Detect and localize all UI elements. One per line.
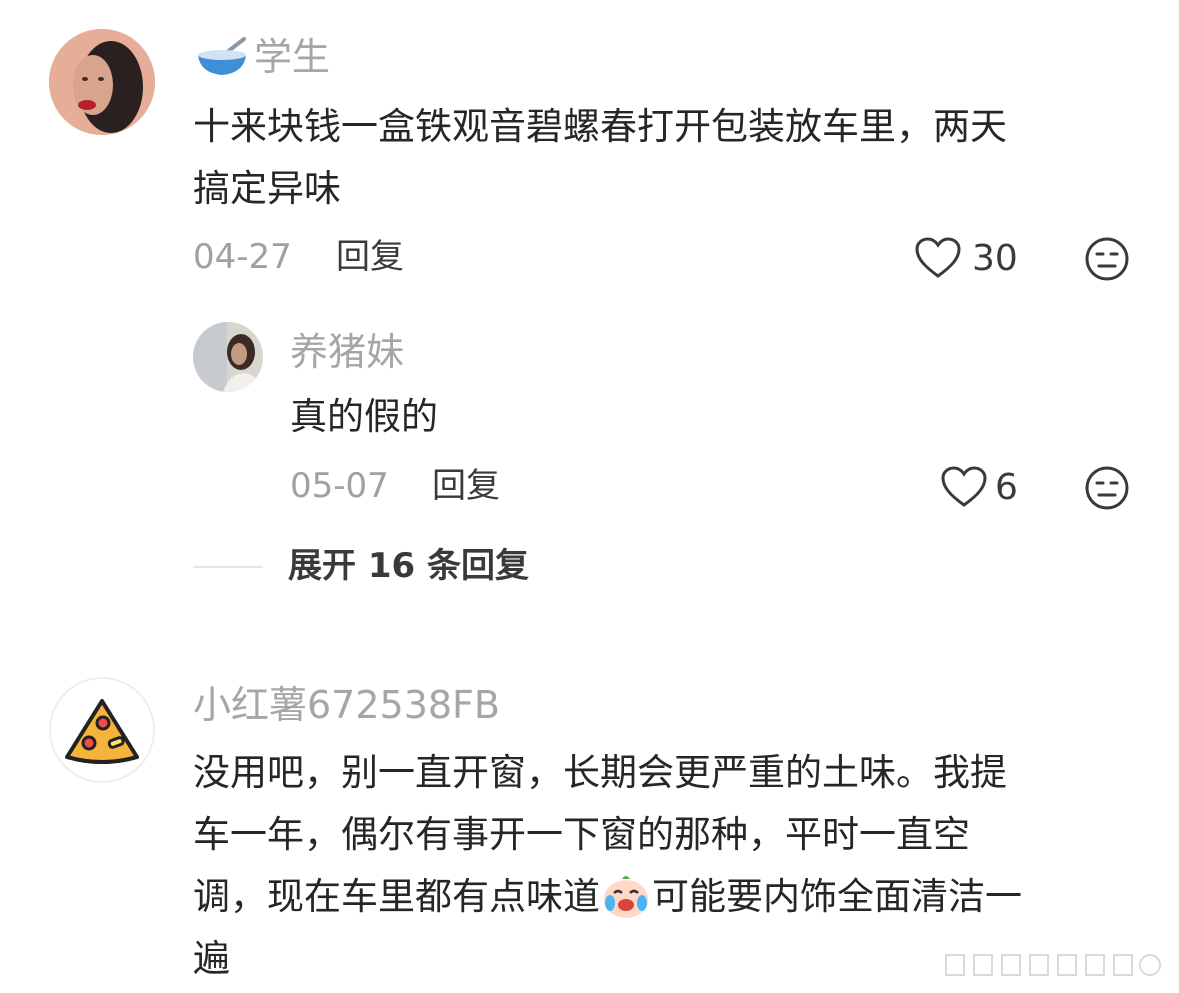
bowl-icon bbox=[196, 35, 248, 77]
reply-username[interactable]: 养猪妹 bbox=[290, 333, 404, 371]
comment-text-line: 车一年，偶尔有事开一下窗的那种，平时一直空 bbox=[193, 813, 970, 856]
reply-text: 真的假的 bbox=[290, 395, 438, 438]
reply-reply-button[interactable]: 回复 bbox=[432, 469, 500, 503]
comment-text-segment: 调，现在车里都有点味道 bbox=[193, 875, 600, 918]
like-heart-icon[interactable] bbox=[940, 465, 988, 509]
reply-like-count: 6 bbox=[995, 467, 1018, 508]
comment-username[interactable]: 学生 bbox=[254, 38, 330, 76]
expand-divider bbox=[193, 566, 263, 568]
expand-replies-button[interactable]: 展开 16 条回复 bbox=[288, 549, 529, 583]
weibo-watermark bbox=[938, 947, 1168, 983]
comment-date: 04-27 bbox=[193, 237, 292, 277]
user-avatar[interactable] bbox=[49, 29, 155, 135]
dislike-face-icon[interactable] bbox=[1084, 465, 1130, 511]
comment-username[interactable]: 小红薯672538FB bbox=[193, 686, 500, 724]
reply-date: 05-07 bbox=[290, 466, 389, 506]
avatar-image bbox=[193, 322, 263, 392]
like-heart-icon[interactable] bbox=[914, 236, 962, 280]
comment-text-segment: 可能要内饰全面清洁一 bbox=[652, 875, 1022, 918]
pizza-icon bbox=[65, 699, 139, 764]
user-avatar[interactable] bbox=[49, 677, 155, 783]
reply-user-avatar[interactable] bbox=[193, 322, 263, 392]
avatar-image bbox=[49, 29, 155, 135]
watermark-icon bbox=[945, 954, 1161, 976]
comment-text-line: 没用吧，别一直开窗，长期会更严重的土味。我提 bbox=[193, 751, 1007, 794]
comment-text-line: 十来块钱一盒铁观音碧螺春打开包装放车里，两天 bbox=[193, 105, 1007, 148]
reply-button[interactable]: 回复 bbox=[336, 240, 404, 274]
crying-laughing-emoji-icon bbox=[600, 869, 652, 921]
comment-text: 十来块钱一盒铁观音碧螺春打开包装放车里，两天 搞定异味 bbox=[193, 96, 1153, 220]
dislike-face-icon[interactable] bbox=[1084, 236, 1130, 282]
comment-text-line: 搞定异味 bbox=[193, 167, 341, 210]
like-count: 30 bbox=[972, 238, 1018, 279]
comment-text-line: 调，现在车里都有点味道 可能要内饰全面清洁一 bbox=[193, 866, 1153, 928]
